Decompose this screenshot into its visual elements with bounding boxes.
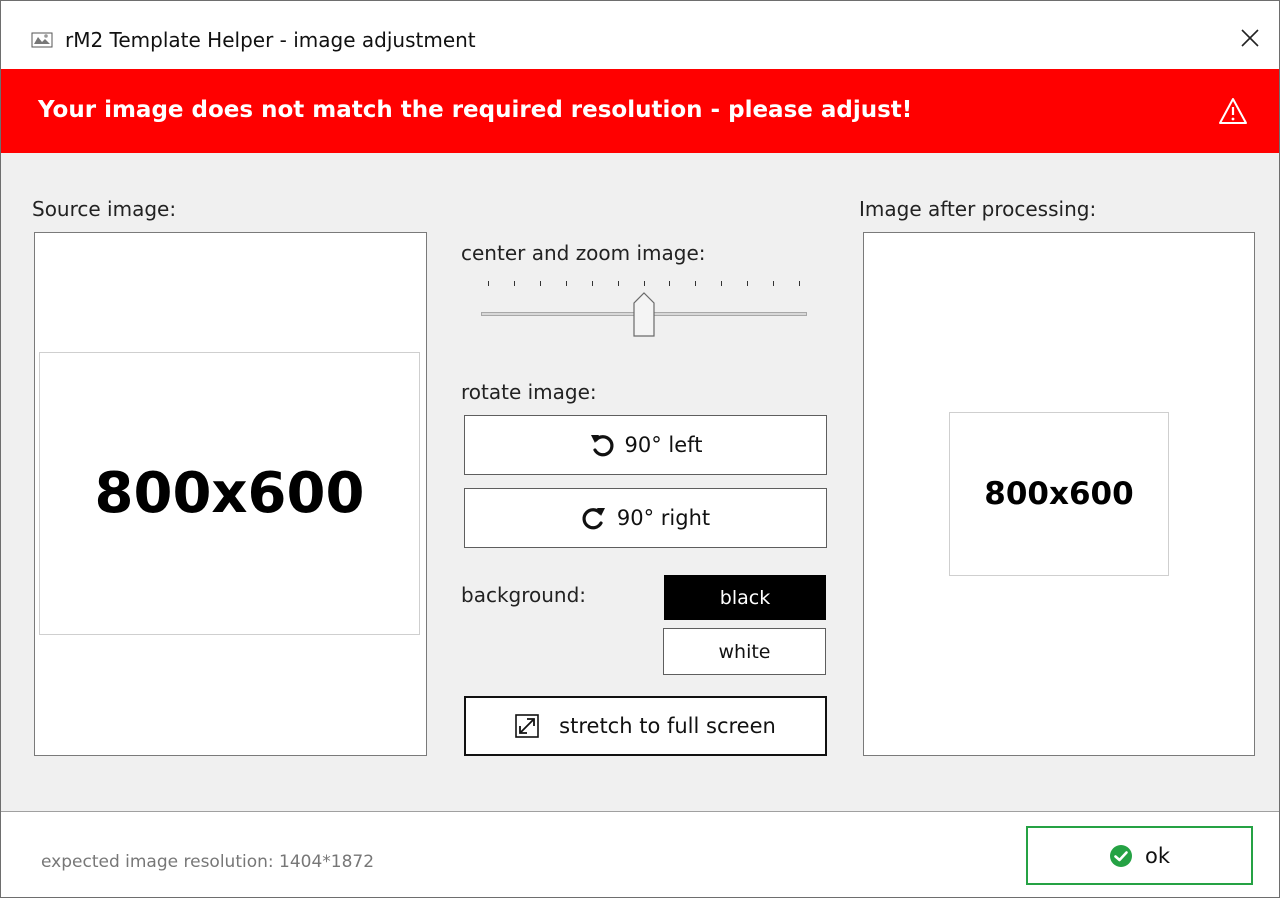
zoom-tick bbox=[539, 281, 541, 286]
processed-image-text: 800x600 bbox=[984, 476, 1134, 512]
source-image-preview: 800x600 bbox=[39, 352, 420, 635]
close-icon[interactable] bbox=[1235, 23, 1265, 53]
title-bar: rM2 Template Helper - image adjustment bbox=[1, 1, 1279, 69]
zoom-tick bbox=[799, 281, 800, 286]
zoom-tick bbox=[747, 281, 749, 286]
stretch-label: stretch to full screen bbox=[559, 714, 776, 738]
zoom-label: center and zoom image: bbox=[461, 241, 706, 265]
zoom-tick bbox=[721, 281, 723, 286]
warning-icon bbox=[1219, 98, 1247, 124]
ok-label: ok bbox=[1144, 843, 1170, 868]
dialog-window: rM2 Template Helper - image adjustment Y… bbox=[0, 0, 1280, 898]
zoom-slider-thumb[interactable] bbox=[633, 291, 655, 337]
banner-message: Your image does not match the required r… bbox=[38, 97, 913, 123]
zoom-tick bbox=[617, 281, 619, 286]
app-icon bbox=[31, 32, 53, 48]
zoom-tick bbox=[513, 281, 515, 286]
processed-image-preview: 800x600 bbox=[949, 412, 1169, 576]
background-black-button[interactable]: black bbox=[664, 575, 826, 620]
expand-icon bbox=[515, 714, 539, 738]
background-label: background: bbox=[461, 583, 587, 607]
zoom-tick bbox=[565, 281, 567, 286]
rotate-right-button[interactable]: 90° right bbox=[464, 488, 827, 548]
checkmark-icon bbox=[1109, 844, 1132, 867]
rotate-left-label: 90° left bbox=[624, 433, 703, 457]
source-image-panel: 800x600 bbox=[34, 232, 427, 756]
footer-bar: expected image resolution: 1404*1872 ok bbox=[1, 812, 1279, 897]
source-image-label: Source image: bbox=[32, 197, 177, 221]
ok-button[interactable]: ok bbox=[1026, 826, 1253, 885]
processed-image-label: Image after processing: bbox=[859, 197, 1097, 221]
processed-image-panel: 800x600 bbox=[863, 232, 1255, 756]
stretch-button[interactable]: stretch to full screen bbox=[464, 696, 827, 756]
zoom-tick bbox=[669, 281, 671, 286]
zoom-tick bbox=[695, 281, 697, 286]
expected-resolution-text: expected image resolution: 1404*1872 bbox=[41, 852, 375, 872]
window-title: rM2 Template Helper - image adjustment bbox=[65, 28, 476, 52]
rotate-right-icon bbox=[582, 508, 605, 530]
rotate-right-label: 90° right bbox=[616, 506, 711, 530]
background-white-button[interactable]: white bbox=[663, 628, 826, 675]
rotate-left-icon bbox=[590, 435, 614, 457]
source-image-text: 800x600 bbox=[94, 461, 365, 526]
zoom-tick bbox=[488, 281, 489, 286]
error-banner: Your image does not match the required r… bbox=[1, 69, 1279, 153]
zoom-tick bbox=[591, 281, 593, 286]
rotate-left-button[interactable]: 90° left bbox=[464, 415, 827, 475]
rotate-label: rotate image: bbox=[461, 380, 597, 404]
zoom-tick bbox=[643, 281, 645, 286]
zoom-tick bbox=[773, 281, 775, 286]
